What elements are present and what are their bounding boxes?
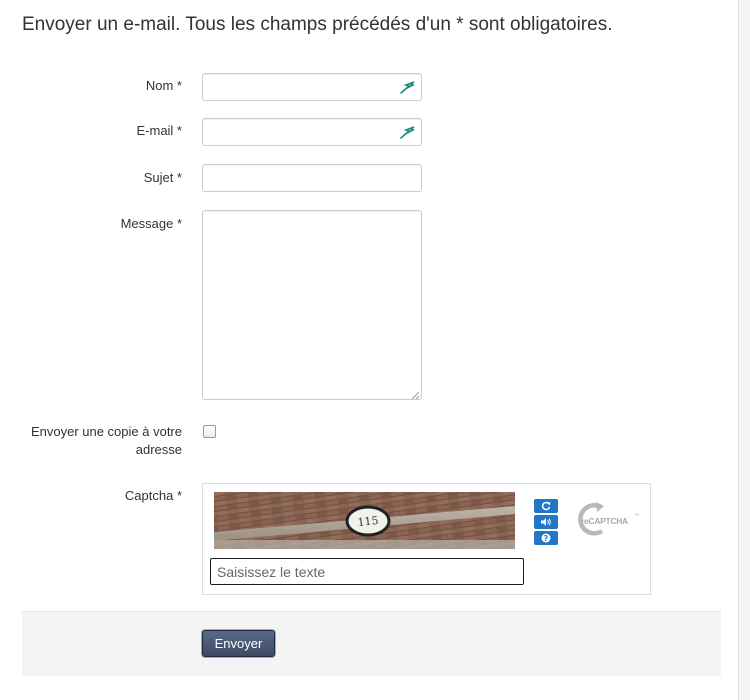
subject-field[interactable] <box>203 165 411 191</box>
form-actions: Envoyer <box>22 611 721 676</box>
copy-label: Envoyer une copie à votre adresse <box>12 423 182 459</box>
captcha-label: Captcha * <box>124 488 182 503</box>
message-label: Message * <box>120 216 182 231</box>
email-field-wrapper <box>202 118 422 146</box>
recaptcha-logo: reCAPTCHA ™ <box>578 502 639 536</box>
copy-label-line2: adresse <box>135 442 182 457</box>
copy-checkbox[interactable] <box>203 425 216 438</box>
message-textarea[interactable] <box>202 210 422 400</box>
svg-text:?: ? <box>544 534 549 543</box>
name-field[interactable] <box>203 74 411 100</box>
help-icon[interactable]: ? <box>534 531 558 545</box>
refresh-icon[interactable] <box>534 499 558 513</box>
password-manager-icon[interactable] <box>399 124 417 140</box>
name-label: Nom * <box>145 78 182 93</box>
subject-label: Sujet * <box>143 170 182 185</box>
submit-button[interactable]: Envoyer <box>202 630 275 657</box>
password-manager-icon[interactable] <box>399 79 417 95</box>
email-field[interactable] <box>203 119 411 145</box>
copy-label-line1: Envoyer une copie à votre <box>30 424 182 439</box>
captcha-image: 115 <box>214 492 515 549</box>
resize-grip-icon[interactable] <box>410 390 420 400</box>
email-label: E-mail * <box>136 123 182 138</box>
form-legend: Envoyer un e-mail. Tous les champs précé… <box>22 14 613 35</box>
captcha-input[interactable] <box>210 558 524 585</box>
name-field-wrapper <box>202 73 422 101</box>
audio-icon[interactable] <box>534 515 558 529</box>
contact-form-panel: Envoyer un e-mail. Tous les champs précé… <box>0 0 739 700</box>
page-right-gutter <box>739 0 750 700</box>
captcha-widget: 115 ? reCAPTCHA ™ <box>202 483 651 595</box>
subject-field-wrapper <box>202 164 422 192</box>
recaptcha-logo-text: reCAPTCHA <box>581 516 628 526</box>
captcha-image-number: 115 <box>357 514 379 529</box>
recaptcha-logo-tm: ™ <box>634 513 639 519</box>
